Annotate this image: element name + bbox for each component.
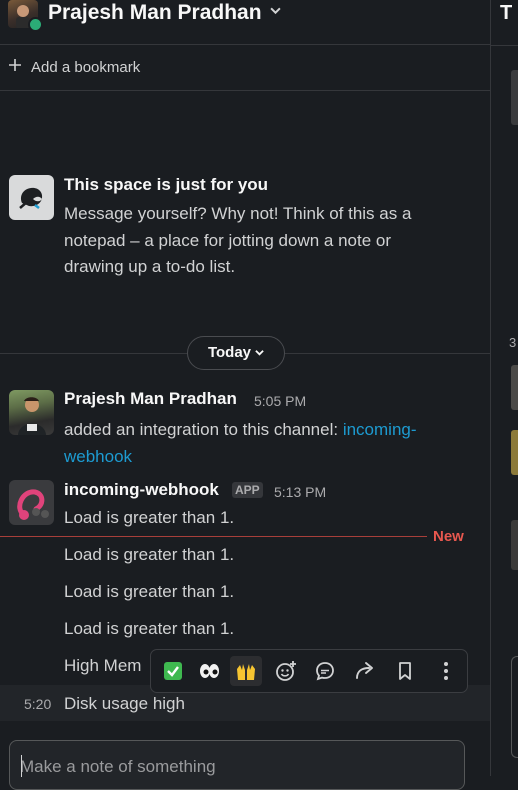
intro-title: This space is just for you bbox=[64, 175, 269, 194]
divider bbox=[491, 45, 518, 46]
bookmark-bar: Add a bookmark bbox=[0, 45, 490, 91]
message-line: Load is greater than 1. bbox=[64, 582, 235, 601]
avatar[interactable] bbox=[9, 390, 54, 435]
new-messages-label: New bbox=[433, 528, 464, 545]
app-badge: APP bbox=[232, 482, 263, 498]
message-line: Load is greater than 1. bbox=[64, 545, 235, 564]
channel-link[interactable]: webhook bbox=[64, 447, 132, 466]
right-pane: T 3 bbox=[490, 0, 518, 776]
add-bookmark-label: Add a bookmark bbox=[31, 59, 141, 76]
thumbnail[interactable] bbox=[511, 430, 518, 475]
presence-online-icon bbox=[28, 17, 43, 32]
avatar[interactable] bbox=[9, 480, 54, 525]
bookmark-icon[interactable] bbox=[389, 656, 421, 686]
notepad-icon bbox=[9, 175, 54, 220]
eyes-icon[interactable] bbox=[193, 656, 225, 686]
day-divider-label: Today bbox=[207, 344, 252, 361]
right-pane-composer[interactable] bbox=[511, 656, 518, 758]
chevron-down-icon bbox=[255, 349, 264, 360]
message-text: added an integration to this channel: bbox=[64, 420, 343, 439]
thumbnail[interactable] bbox=[511, 365, 518, 410]
channel-header: Prajesh Man Pradhan bbox=[0, 0, 490, 45]
channel-link[interactable]: incoming- bbox=[343, 420, 417, 439]
text-caret bbox=[21, 755, 22, 777]
message-input[interactable] bbox=[20, 755, 440, 779]
raised-hands-icon[interactable] bbox=[230, 656, 262, 686]
chevron-down-icon[interactable] bbox=[270, 5, 281, 19]
message-actions-toolbar bbox=[150, 649, 468, 693]
intro-body: Message yourself? Why not! Think of this… bbox=[64, 204, 412, 276]
message-timestamp[interactable]: 5:13 PM bbox=[274, 484, 326, 500]
message-sender[interactable]: incoming-webhook bbox=[64, 480, 219, 500]
message-composer bbox=[9, 740, 465, 790]
plus-icon bbox=[9, 55, 21, 76]
message-line: Load is greater than 1. bbox=[64, 508, 235, 527]
message-body: added an integration to this channel: in… bbox=[64, 416, 474, 470]
new-messages-divider bbox=[0, 536, 427, 537]
message-line: High Mem bbox=[64, 656, 142, 675]
thumbnail[interactable] bbox=[511, 520, 518, 570]
message-timestamp[interactable]: 5:05 PM bbox=[254, 393, 306, 409]
more-vertical-icon[interactable] bbox=[430, 656, 462, 686]
channel-title[interactable]: Prajesh Man Pradhan bbox=[48, 1, 262, 25]
thread-icon[interactable] bbox=[309, 656, 341, 686]
right-pane-title: T bbox=[500, 2, 513, 24]
channel-pane: Prajesh Man Pradhan Add a bookmark This … bbox=[0, 0, 490, 790]
forward-icon[interactable] bbox=[349, 656, 381, 686]
message-line: Load is greater than 1. bbox=[64, 619, 235, 638]
message-timestamp[interactable]: 5:20 bbox=[24, 696, 51, 712]
add-bookmark-button[interactable]: Add a bookmark bbox=[0, 45, 160, 90]
right-pane-number: 3 bbox=[509, 335, 517, 350]
message-sender[interactable]: Prajesh Man Pradhan bbox=[64, 389, 237, 409]
message-line: Disk usage high bbox=[64, 694, 185, 713]
check-mark-icon[interactable] bbox=[157, 656, 189, 686]
thumbnail[interactable] bbox=[511, 70, 518, 125]
day-divider-button[interactable]: Today bbox=[187, 336, 285, 370]
add-reaction-icon[interactable] bbox=[270, 656, 302, 686]
